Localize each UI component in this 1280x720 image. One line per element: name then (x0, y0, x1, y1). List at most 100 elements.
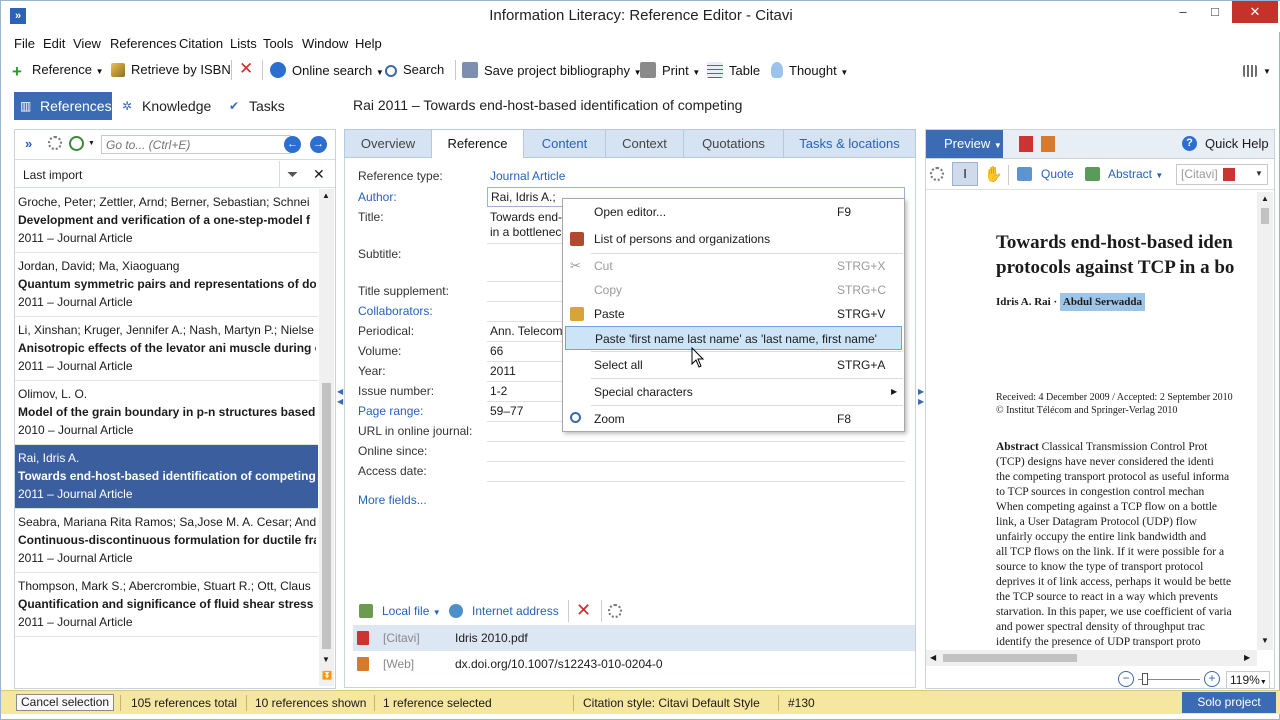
list-item[interactable]: Thompson, Mark S.; Abercrombie, Stuart R… (15, 573, 318, 637)
page-range-label[interactable]: Page range: (358, 404, 423, 418)
clear-filter-icon[interactable]: ✕ (313, 166, 325, 183)
menu-item-open-editor[interactable]: Open editor... F9 (563, 200, 904, 224)
splitter-handle[interactable]: ◀ ◀ (337, 387, 343, 427)
layout-options-icon[interactable]: ▼ (1243, 62, 1271, 77)
splitter-handle[interactable]: ▶ ▶ (918, 387, 924, 427)
attachment-select[interactable]: [Citavi] ▼ (1176, 164, 1268, 185)
scroll-down-icon[interactable]: ▼ (1261, 636, 1269, 645)
menu-view[interactable]: View (73, 36, 101, 51)
tab-context[interactable]: Context (606, 130, 684, 158)
menu-item-cut[interactable]: ✂ Cut STRG+X (563, 254, 904, 278)
internet-address-button[interactable]: Internet address (472, 604, 559, 618)
tab-tasks-locations[interactable]: Tasks & locations (784, 130, 915, 158)
scroll-thumb[interactable] (1261, 208, 1269, 224)
quote-button[interactable]: Quote (1041, 167, 1074, 181)
access-date-field[interactable] (487, 462, 905, 482)
thought-button[interactable]: Thought ▼ (771, 62, 848, 78)
list-item[interactable]: Li, Xinshan; Kruger, Jennifer A.; Nash, … (15, 317, 318, 381)
web-link-icon[interactable] (449, 604, 463, 618)
solo-project-badge[interactable]: Solo project (1182, 692, 1276, 713)
tab-overview[interactable]: Overview (345, 130, 432, 158)
hand-icon[interactable]: ✋ (984, 165, 1003, 183)
list-item[interactable]: Seabra, Mariana Rita Ramos; Sa,Jose M. A… (15, 509, 318, 573)
citation-style[interactable]: Citation style: Citavi Default Style (583, 696, 760, 710)
table-button[interactable]: Table (707, 62, 760, 78)
menu-file[interactable]: File (14, 36, 35, 51)
gear-icon[interactable] (48, 136, 62, 150)
tab-reference[interactable]: Reference (432, 130, 524, 160)
author-label[interactable]: Author: (358, 190, 397, 204)
tab-quotations[interactable]: Quotations (684, 130, 784, 158)
scroll-down-icon[interactable]: ▼ (322, 655, 330, 664)
filter-icon[interactable]: ⏷ (287, 166, 298, 183)
web-preview-icon[interactable] (1041, 136, 1055, 152)
delete-icon[interactable]: ✕ (239, 59, 253, 79)
attachment-row[interactable]: [Web] dx.doi.org/10.1007/s12243-010-0204… (353, 651, 915, 677)
list-scrollbar[interactable]: ▲ ▼ ⏬ (319, 189, 334, 686)
menu-citation[interactable]: Citation (179, 36, 223, 51)
search-button[interactable]: Search (385, 62, 444, 77)
menu-help[interactable]: Help (355, 36, 382, 51)
list-item[interactable]: Olimov, L. O. Model of the grain boundar… (15, 381, 318, 445)
goto-input[interactable] (101, 135, 291, 154)
dropdown-arrow-icon[interactable]: ▼ (88, 140, 95, 147)
menu-edit[interactable]: Edit (43, 36, 65, 51)
menu-item-paste-swap-names[interactable]: Paste 'first name last name' as 'last na… (565, 326, 902, 350)
scroll-left-icon[interactable]: ◀ (930, 653, 936, 662)
scroll-thumb[interactable] (943, 654, 1077, 662)
menu-item-zoom[interactable]: Zoom F8 (563, 407, 904, 431)
forward-arrow-icon[interactable]: → (310, 136, 327, 153)
zoom-slider-thumb[interactable] (1142, 673, 1148, 685)
online-since-field[interactable] (487, 442, 905, 462)
menu-window[interactable]: Window (302, 36, 348, 51)
maximize-icon[interactable]: □ (1199, 1, 1231, 23)
zoom-out-icon[interactable]: − (1118, 671, 1134, 687)
nav-references[interactable]: ▥ References (14, 92, 112, 120)
gear-icon[interactable] (608, 604, 622, 618)
preview-dropdown[interactable]: Preview ▼ (926, 130, 1003, 158)
online-search-button[interactable]: Online search ▼ (270, 62, 384, 78)
menu-item-paste[interactable]: Paste STRG+V (563, 302, 904, 326)
scroll-end-icon[interactable]: ⏬ (322, 671, 332, 680)
scroll-up-icon[interactable]: ▲ (1261, 194, 1269, 203)
list-item[interactable]: Jordan, David; Ma, Xiaoguang Quantum sym… (15, 253, 318, 317)
history-icon[interactable] (69, 136, 84, 151)
gear-icon[interactable] (930, 167, 944, 181)
pdf-horizontal-scrollbar[interactable]: ◀ ▶ (926, 650, 1257, 666)
pdf-icon[interactable] (1019, 136, 1033, 152)
retrieve-by-isbn-button[interactable]: Retrieve by ISBN (111, 62, 231, 77)
nav-knowledge[interactable]: ✲ Knowledge (116, 92, 219, 120)
select-text-icon[interactable]: I (952, 162, 978, 186)
close-icon[interactable]: ✕ (1232, 1, 1278, 23)
abstract-button[interactable]: Abstract ▼ (1108, 167, 1163, 181)
scroll-thumb[interactable] (322, 383, 331, 649)
save-bibliography-button[interactable]: Save project bibliography ▼ (462, 62, 642, 78)
tab-content[interactable]: Content (524, 130, 606, 158)
menu-references[interactable]: References (110, 36, 176, 51)
menu-tools[interactable]: Tools (263, 36, 293, 51)
collapse-icon[interactable]: » (25, 136, 32, 151)
minimize-icon[interactable]: – (1167, 1, 1199, 23)
zoom-in-icon[interactable]: + (1204, 671, 1220, 687)
delete-attachment-icon[interactable]: ✕ (576, 600, 591, 621)
zoom-select[interactable]: 119%▼ (1226, 671, 1270, 689)
pdf-vertical-scrollbar[interactable]: ▲ ▼ (1257, 192, 1273, 650)
highlighted-author[interactable]: Abdul Serwadda (1059, 293, 1146, 311)
more-fields-link[interactable]: More fields... (358, 493, 427, 507)
collaborators-label[interactable]: Collaborators: (358, 304, 433, 318)
add-file-icon[interactable] (359, 604, 373, 618)
add-reference-button[interactable]: + Reference ▼ (12, 62, 104, 81)
help-icon[interactable]: ? (1182, 136, 1197, 151)
scroll-up-icon[interactable]: ▲ (322, 191, 330, 200)
menu-lists[interactable]: Lists (230, 36, 257, 51)
local-file-button[interactable]: Local file ▼ (382, 604, 441, 618)
print-button[interactable]: Print ▼ (640, 62, 700, 78)
back-arrow-icon[interactable]: ← (284, 136, 301, 153)
menu-item-list-persons[interactable]: List of persons and organizations (563, 227, 904, 251)
attachment-row[interactable]: [Citavi] Idris 2010.pdf (353, 625, 915, 651)
menu-item-copy[interactable]: Copy STRG+C (563, 278, 904, 302)
menu-item-select-all[interactable]: Select all STRG+A (563, 353, 904, 377)
nav-tasks[interactable]: ✔ Tasks (223, 92, 293, 120)
menu-item-special-characters[interactable]: Special characters ▶ (563, 380, 904, 404)
list-item-selected[interactable]: Rai, Idris A. Towards end-host-based ide… (15, 445, 318, 509)
